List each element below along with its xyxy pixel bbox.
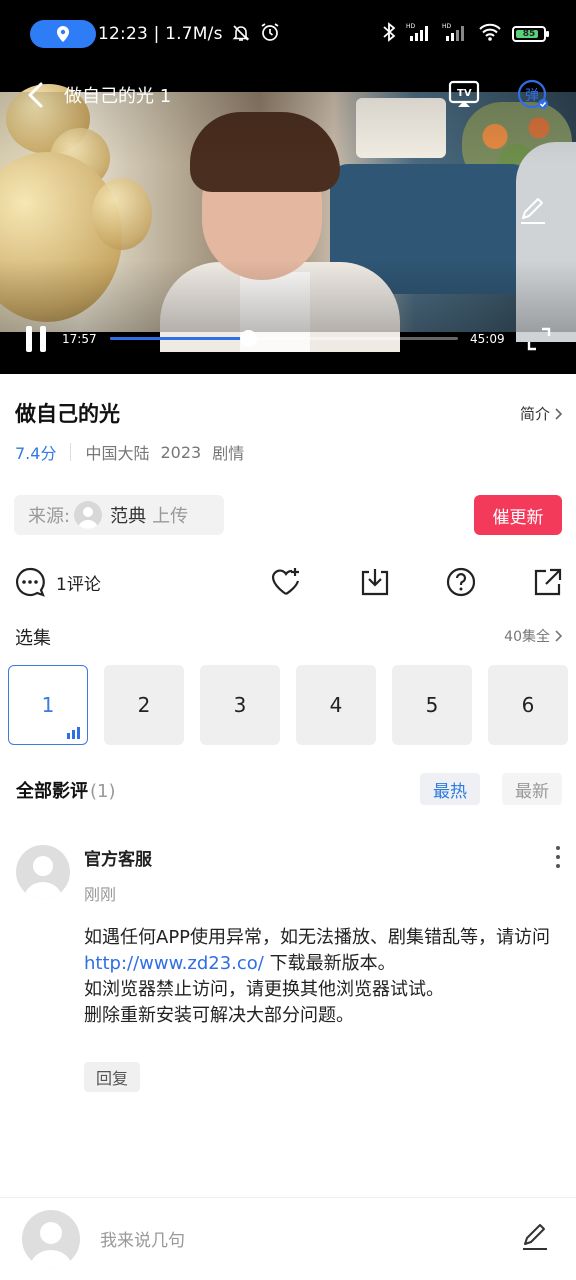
comment-line: 下载最新版本。	[263, 953, 396, 974]
progress-bar[interactable]	[110, 330, 458, 347]
location-icon	[30, 20, 96, 48]
user-icon	[24, 856, 62, 899]
tv-cast-icon: TV	[448, 80, 480, 107]
chevron-left-icon	[28, 82, 43, 108]
episodes-all-label: 40集全	[504, 629, 550, 645]
alarm-icon	[260, 22, 280, 47]
chevron-right-icon	[555, 630, 563, 642]
help-button[interactable]	[445, 566, 477, 598]
status-time: 12:23	[98, 24, 148, 44]
user-icon	[78, 507, 99, 529]
total-time: 45:09	[470, 332, 505, 346]
status-time-speed: 12:23 | 1.7M/s	[98, 22, 280, 47]
progress-thumb[interactable]	[240, 330, 258, 347]
avatar	[74, 501, 103, 529]
reply-button[interactable]: 回复	[84, 1062, 140, 1092]
video-title: 做自己的光 1	[64, 86, 172, 107]
comment-button[interactable]	[14, 566, 46, 598]
pencil-icon	[521, 198, 545, 224]
comment-icon	[15, 567, 45, 597]
reviews-count: (1)	[90, 781, 116, 802]
share-icon	[534, 568, 562, 596]
svg-text:TV: TV	[457, 88, 472, 99]
comment-time: 刚刚	[84, 885, 117, 904]
show-title: 做自己的光	[15, 402, 120, 426]
svg-text:HD: HD	[406, 23, 416, 30]
video-player[interactable]: 12:23 | 1.7M/s HD HD 85 做自己的光 1 TV 弹 17:…	[0, 0, 576, 374]
episode-item[interactable]: 4	[296, 665, 376, 745]
more-options-button[interactable]	[550, 846, 566, 868]
urge-update-button[interactable]: 催更新	[474, 495, 562, 535]
playing-icon	[67, 727, 80, 739]
episode-item[interactable]: 5	[392, 665, 472, 745]
show-score: 7.4分	[15, 444, 57, 463]
avatar[interactable]	[22, 1210, 80, 1268]
download-icon	[361, 569, 389, 596]
upload-suffix: 上传	[152, 506, 189, 527]
comment-link[interactable]: http://www.zd23.co/	[84, 953, 264, 974]
sort-new-button[interactable]: 最新	[502, 773, 562, 805]
intro-label: 简介	[519, 405, 550, 423]
battery-icon: 85	[512, 26, 549, 42]
reviews-label: 全部影评	[16, 781, 88, 802]
fullscreen-icon	[527, 327, 551, 351]
svg-text:HD: HD	[442, 23, 452, 30]
show-year: 2023	[160, 442, 202, 462]
user-icon	[30, 1222, 72, 1268]
favorite-button[interactable]	[270, 566, 302, 598]
show-meta: 7.4分 中国大陆 2023 剧情	[15, 440, 255, 464]
comment-line: 如浏览器禁止访问，请更换其他浏览器试试。	[84, 979, 444, 1000]
tv-cast-button[interactable]: TV	[448, 79, 480, 109]
download-button[interactable]	[359, 566, 391, 598]
signal-hd-icon: HD	[442, 22, 468, 46]
episode-item[interactable]: 1	[8, 665, 88, 745]
uploader-name: 范典	[110, 506, 147, 527]
comment-body: 如遇任何APP使用异常，如无法播放、剧集错乱等，请访问 http://www.z…	[84, 925, 560, 1029]
share-button[interactable]	[532, 566, 564, 598]
bell-off-icon	[232, 24, 250, 47]
fullscreen-button[interactable]	[526, 326, 552, 352]
source-label: 来源:	[28, 506, 71, 527]
comment-count[interactable]: 1评论	[56, 570, 101, 595]
signal-hd-icon: HD	[406, 22, 432, 46]
danmaku-toggle-button[interactable]: 弹	[516, 78, 550, 112]
write-comment-button[interactable]	[520, 1222, 550, 1252]
sort-hot-button[interactable]: 最热	[420, 773, 480, 805]
comment-input-bar: 我来说几句	[0, 1197, 576, 1280]
intro-link[interactable]: 简介	[520, 403, 564, 424]
source-uploader[interactable]: 来源: 范典 上传	[14, 495, 224, 535]
status-net-speed: 1.7M/s	[165, 24, 223, 44]
comment-author[interactable]: 官方客服	[84, 845, 152, 870]
pause-button[interactable]	[26, 326, 50, 352]
back-button[interactable]	[22, 80, 52, 110]
avatar[interactable]	[16, 845, 70, 899]
comment-input[interactable]: 我来说几句	[100, 1226, 185, 1251]
status-bar: 12:23 | 1.7M/s HD HD 85	[0, 0, 576, 70]
comment-line: 如遇任何APP使用异常，如无法播放、剧集错乱等，请访问	[84, 927, 551, 948]
wifi-icon	[478, 22, 502, 46]
episode-item[interactable]: 3	[200, 665, 280, 745]
edit-danmaku-button[interactable]	[518, 196, 548, 226]
episode-item[interactable]: 2	[104, 665, 184, 745]
comment-line: 删除重新安装可解决大部分问题。	[84, 1005, 354, 1026]
question-icon	[446, 567, 476, 597]
show-region: 中国大陆	[85, 444, 150, 463]
pencil-icon	[523, 1224, 547, 1250]
episodes-label: 选集	[15, 628, 51, 649]
episodes-all-link[interactable]: 40集全	[504, 626, 564, 646]
current-time: 17:57	[62, 332, 97, 346]
show-genre: 剧情	[212, 444, 245, 463]
heart-add-icon	[271, 568, 300, 595]
bluetooth-icon	[382, 22, 396, 46]
progress-fill	[110, 337, 249, 340]
danmaku-icon: 弹	[517, 79, 548, 109]
episode-item[interactable]: 6	[488, 665, 568, 745]
svg-text:弹: 弹	[525, 88, 539, 104]
chevron-right-icon	[555, 407, 563, 420]
reviews-heading: 全部影评 (1)	[16, 777, 116, 803]
